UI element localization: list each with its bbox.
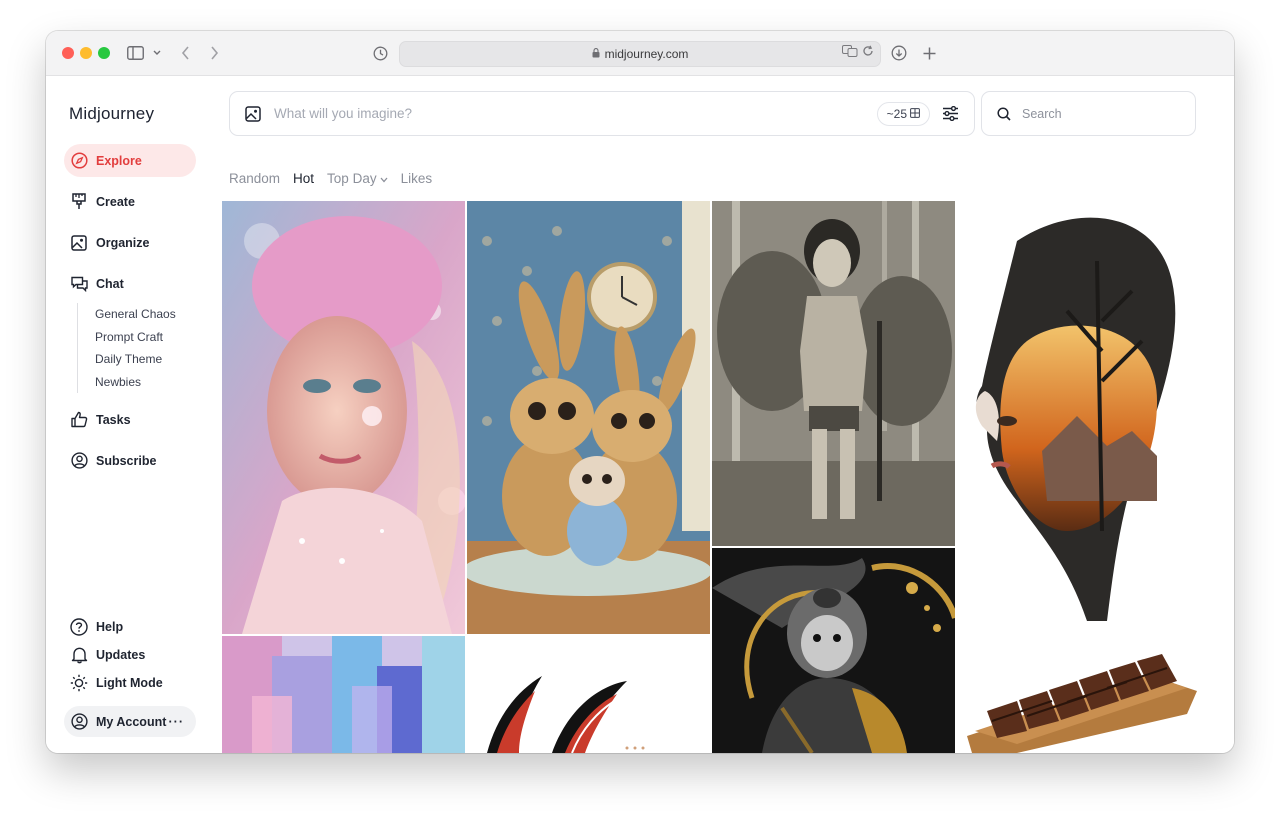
- tab-random[interactable]: Random: [229, 171, 280, 186]
- bell-icon: [70, 646, 88, 664]
- lock-icon: [592, 47, 600, 61]
- image-upload-icon[interactable]: [244, 105, 262, 123]
- chat-icon: [70, 275, 88, 293]
- brush-icon: [70, 193, 88, 211]
- credits-badge[interactable]: ~25: [876, 101, 930, 126]
- app-content: Midjourney Explore Create Organize Chat …: [46, 76, 1234, 753]
- search-input[interactable]: [1020, 105, 1174, 122]
- gallery-image-rabbit-family[interactable]: [467, 201, 710, 634]
- sidebar-item-tasks[interactable]: Tasks: [64, 403, 196, 436]
- image-gallery: [222, 201, 1202, 753]
- gallery-image-samurai-monkey[interactable]: [712, 548, 955, 753]
- sidebar-item-create[interactable]: Create: [64, 185, 196, 218]
- search-box: [981, 91, 1196, 136]
- gallery-image-double-exposure[interactable]: [957, 201, 1202, 634]
- gallery-image-fairy-portrait[interactable]: [222, 201, 465, 634]
- minimize-window-button[interactable]: [80, 47, 92, 59]
- search-icon: [996, 106, 1012, 122]
- image-grid-icon: [910, 107, 920, 121]
- history-icon[interactable]: [370, 43, 390, 63]
- brand-logo[interactable]: Midjourney: [69, 104, 154, 124]
- download-icon[interactable]: [889, 43, 909, 63]
- credits-count: ~25: [886, 106, 907, 121]
- browser-window: midjourney.com Midjourney Explore Create…: [46, 31, 1234, 753]
- prompt-bar: ~25: [229, 91, 975, 136]
- image-icon: [70, 234, 88, 252]
- url-text: midjourney.com: [604, 47, 689, 61]
- my-account-button[interactable]: My Account ···: [64, 706, 196, 737]
- sidebar-item-chat[interactable]: Chat: [64, 267, 196, 300]
- tab-top-day[interactable]: Top Day: [327, 171, 388, 186]
- account-icon: [70, 713, 88, 731]
- sidebar-item-label: Create: [96, 194, 135, 209]
- tab-likes[interactable]: Likes: [401, 171, 433, 186]
- gallery-image-grilled-meat[interactable]: [957, 636, 1202, 753]
- reload-icon[interactable]: [862, 45, 874, 60]
- updates-link[interactable]: Updates: [70, 646, 145, 664]
- browser-toolbar: midjourney.com: [46, 31, 1234, 76]
- close-window-button[interactable]: [62, 47, 74, 59]
- sidebar-item-label: Chat: [96, 276, 124, 291]
- channel-newbies[interactable]: Newbies: [95, 371, 176, 394]
- sidebar-item-organize[interactable]: Organize: [64, 226, 196, 259]
- sidebar-item-label: Subscribe: [96, 453, 157, 468]
- gallery-image-abstract-shapes[interactable]: [467, 636, 710, 753]
- sun-icon: [70, 674, 88, 692]
- help-link[interactable]: Help: [70, 618, 123, 636]
- channel-daily-theme[interactable]: Daily Theme: [95, 348, 176, 371]
- new-tab-icon[interactable]: [919, 43, 939, 63]
- channel-prompt-craft[interactable]: Prompt Craft: [95, 326, 176, 349]
- tab-top-day-label: Top Day: [327, 171, 377, 186]
- updates-label: Updates: [96, 648, 146, 662]
- light-mode-label: Light Mode: [96, 676, 163, 690]
- channel-general-chaos[interactable]: General Chaos: [95, 303, 176, 326]
- chat-channel-list: General Chaos Prompt Craft Daily Theme N…: [77, 303, 176, 393]
- address-bar[interactable]: midjourney.com: [399, 41, 881, 67]
- sidebar: Midjourney Explore Create Organize Chat …: [46, 76, 216, 753]
- sidebar-item-subscribe[interactable]: Subscribe: [64, 444, 196, 477]
- compass-icon: [70, 152, 88, 170]
- tab-hot[interactable]: Hot: [293, 171, 314, 186]
- help-label: Help: [96, 620, 124, 634]
- account-label: My Account: [96, 714, 167, 729]
- filter-tabs: Random Hot Top Day Likes: [229, 171, 432, 186]
- user-circle-icon: [70, 452, 88, 470]
- gallery-image-vintage-woman[interactable]: [712, 201, 955, 546]
- zoom-window-button[interactable]: [98, 47, 110, 59]
- sidebar-item-label: Organize: [96, 235, 150, 250]
- chevron-down-icon[interactable]: [147, 43, 167, 63]
- chevron-down-icon: [380, 171, 388, 186]
- forward-icon[interactable]: [204, 43, 224, 63]
- sidebar-toggle-icon[interactable]: [125, 43, 145, 63]
- prompt-input[interactable]: [272, 105, 877, 122]
- translate-icon[interactable]: [842, 45, 858, 60]
- sidebar-item-explore[interactable]: Explore: [64, 144, 196, 177]
- sidebar-item-label: Explore: [96, 153, 142, 168]
- sidebar-item-label: Tasks: [96, 412, 131, 427]
- gallery-image-abstract-pastel[interactable]: [222, 636, 465, 753]
- thumbs-up-icon: [70, 411, 88, 429]
- more-icon[interactable]: ···: [169, 715, 185, 729]
- settings-sliders-icon[interactable]: [940, 104, 960, 124]
- back-icon[interactable]: [175, 43, 195, 63]
- light-mode-toggle[interactable]: Light Mode: [70, 674, 163, 692]
- help-icon: [70, 618, 88, 636]
